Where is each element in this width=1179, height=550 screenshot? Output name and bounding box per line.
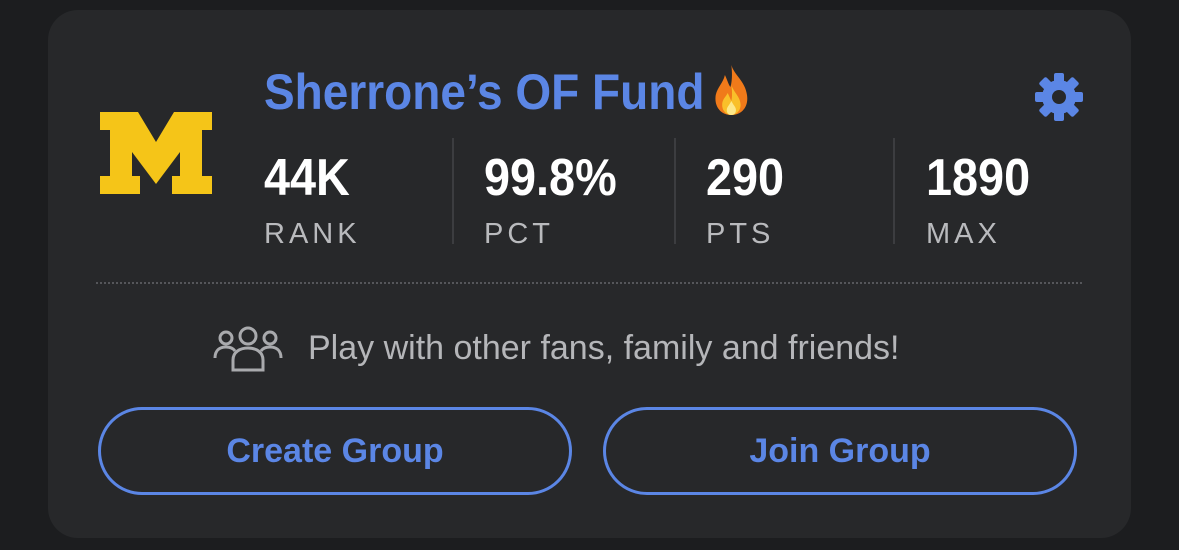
bracket-entry-card: Sherrone’s OF Fund 44K RANK 99.8% PCT 29… [48,10,1131,538]
create-group-label: Create Group [226,431,444,470]
stat-pct: 99.8% PCT [484,148,631,254]
stat-max: 1890 MAX [926,148,1042,254]
stat-divider [452,138,454,244]
group-invite-row: Play with other fans, family and friends… [212,322,900,374]
stat-rank-value: 44K [264,149,350,207]
stat-rank: 44K RANK [264,148,361,254]
stat-pct-label: PCT [484,218,554,250]
stat-pts-value: 290 [706,149,785,207]
stat-max-value: 1890 [926,149,1031,207]
stat-divider [674,138,676,244]
entry-name[interactable]: Sherrone’s OF Fund [264,62,750,128]
gear-icon[interactable] [1034,72,1084,122]
group-invite-text: Play with other fans, family and friends… [308,328,900,367]
join-group-button[interactable]: Join Group [603,407,1077,495]
section-divider [96,282,1082,284]
stat-pts: 290 PTS [706,148,793,254]
stat-rank-label: RANK [264,218,361,250]
stat-divider [893,138,895,244]
stat-pct-value: 99.8% [484,149,617,207]
entry-name-text: Sherrone’s OF Fund [264,64,705,120]
group-people-icon [213,326,283,372]
create-group-button[interactable]: Create Group [98,407,572,495]
fire-emoji-icon [712,63,751,128]
michigan-block-m-logo [100,112,212,194]
join-group-label: Join Group [749,431,931,470]
stat-max-label: MAX [926,218,1001,250]
stat-pts-label: PTS [706,218,775,250]
